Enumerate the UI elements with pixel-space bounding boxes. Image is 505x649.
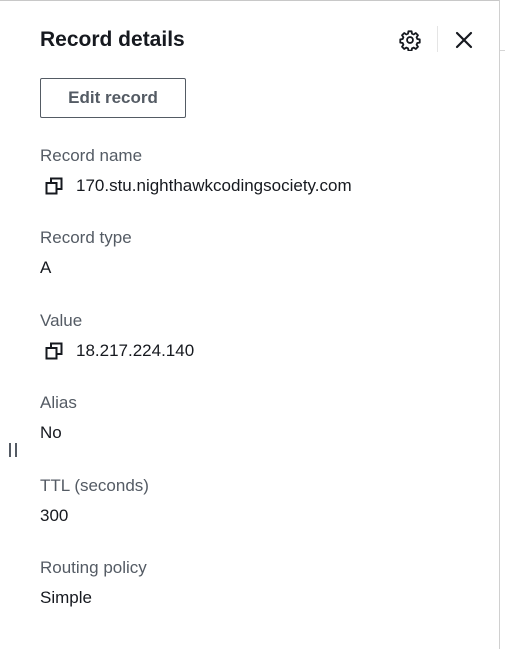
field-alias: Alias No <box>40 392 480 444</box>
panel-right-border <box>499 0 500 649</box>
panel-header: Record details <box>40 24 480 56</box>
field-value-row: 18.217.224.140 <box>40 340 480 362</box>
outer-divider <box>500 50 505 51</box>
routing-policy-value: Simple <box>40 588 92 607</box>
gear-icon <box>399 30 421 51</box>
panel-title: Record details <box>40 28 185 51</box>
field-label: Record name <box>40 146 143 165</box>
field-label: Record type <box>40 228 132 247</box>
settings-button[interactable] <box>396 26 424 54</box>
field-record-type: Record type A <box>40 227 480 279</box>
field-label: Value <box>40 311 83 330</box>
close-icon <box>455 31 473 49</box>
ttl-value: 300 <box>40 506 69 525</box>
field-value-row: 170.stu.nighthawkcodingsociety.com <box>40 175 480 197</box>
record-type-value: A <box>40 258 52 277</box>
resize-grip-bar <box>15 443 17 457</box>
panel-resize-handle[interactable] <box>9 443 17 457</box>
field-routing-policy: Routing policy Simple <box>40 557 480 609</box>
close-button[interactable] <box>450 26 478 54</box>
resize-grip-bar <box>9 443 11 457</box>
alias-value: No <box>40 423 62 442</box>
field-ttl: TTL (seconds) 300 <box>40 475 480 527</box>
field-record-name: Record name 170.stu.nighthawkcodingsocie… <box>40 145 480 197</box>
field-label: Routing policy <box>40 558 147 577</box>
panel-top-border <box>0 0 500 1</box>
record-details-panel: Record details Edit record Record name 1… <box>0 0 505 649</box>
field-value: Value 18.217.224.140 <box>40 310 480 362</box>
copy-icon <box>45 342 63 360</box>
copy-record-name-button[interactable] <box>43 175 65 197</box>
copy-icon <box>45 177 63 195</box>
edit-record-button[interactable]: Edit record <box>40 78 186 118</box>
field-label: TTL (seconds) <box>40 476 149 495</box>
copy-value-button[interactable] <box>43 340 65 362</box>
value-text: 18.217.224.140 <box>76 341 195 360</box>
field-label: Alias <box>40 393 77 412</box>
header-divider <box>437 26 438 52</box>
record-name-value: 170.stu.nighthawkcodingsociety.com <box>76 176 352 195</box>
